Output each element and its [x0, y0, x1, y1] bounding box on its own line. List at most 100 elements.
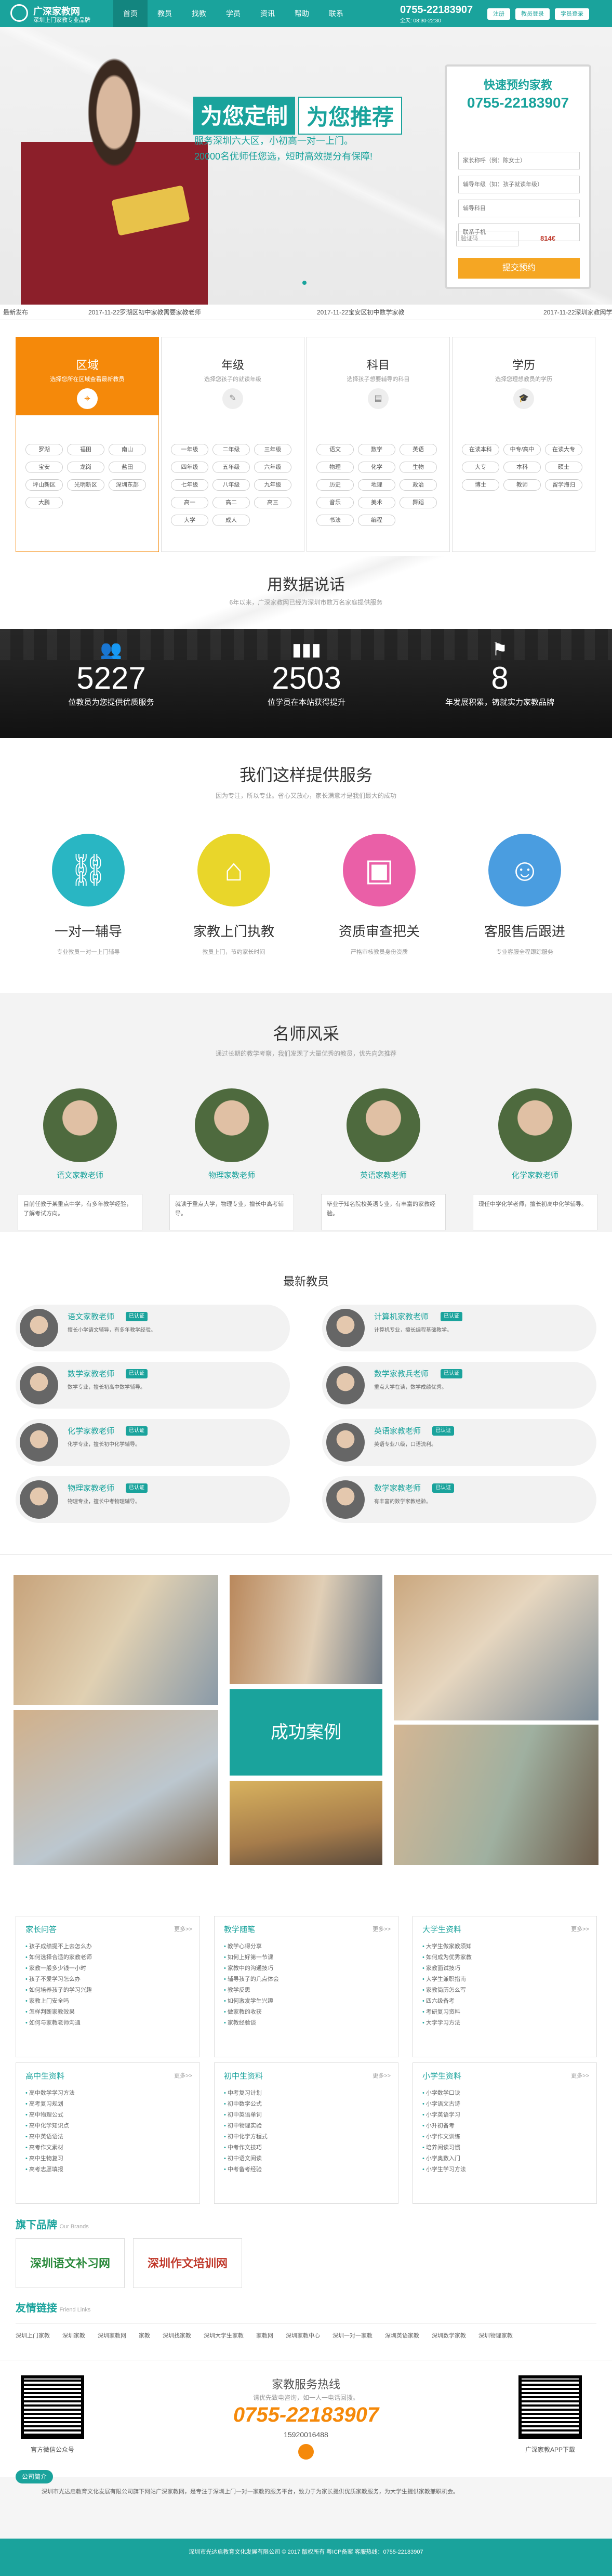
friend-link[interactable]: 深圳家教中心 — [286, 2331, 320, 2340]
option-grade[interactable]: 四年级 — [171, 462, 208, 473]
option-grade[interactable]: 高一 — [171, 497, 208, 508]
resource-link[interactable]: 中考作文技巧 — [224, 2143, 390, 2153]
more-link[interactable]: 更多>> — [174, 2071, 192, 2080]
service-review[interactable]: ▣ 资质审查把关 严格审核教员身份资质 — [317, 834, 442, 957]
option-education[interactable]: 博士 — [462, 479, 499, 491]
resource-link[interactable]: 大学生做家教须知 — [422, 1941, 589, 1952]
resource-link[interactable]: 大学学习方法 — [422, 2018, 589, 2029]
resource-link[interactable]: 家教一般多少钱一小时 — [25, 1963, 192, 1974]
captcha-input[interactable]: 验证码 — [456, 231, 518, 246]
option-education[interactable]: 硕士 — [545, 462, 582, 473]
resource-link[interactable]: 高考志愿填报 — [25, 2164, 192, 2175]
resource-link[interactable]: 初中英语单词 — [224, 2110, 390, 2121]
resource-link[interactable]: 小学生学习方法 — [422, 2164, 589, 2175]
case-photo[interactable] — [230, 1781, 382, 1865]
famous-teacher-card[interactable]: 物理家教老师 就读于重点大学，物理专业，擅长中高考辅导。 — [169, 1088, 294, 1230]
resource-link[interactable]: 如何成为优秀家教 — [422, 1952, 589, 1963]
new-teacher-card[interactable]: 语文家教老师 已认证 擅长小学语文辅导，有多年教学经验。 — [16, 1305, 290, 1351]
option-grade[interactable]: 三年级 — [254, 444, 291, 455]
resource-link[interactable]: 如何激发学生兴趣 — [224, 1996, 390, 2007]
resource-link[interactable]: 高中物理公式 — [25, 2110, 192, 2121]
option-grade[interactable]: 高三 — [254, 497, 291, 508]
nav-item-news[interactable]: 资讯 — [250, 0, 285, 27]
option-subject[interactable]: 物理 — [316, 462, 354, 473]
option-subject[interactable]: 编程 — [358, 515, 395, 526]
new-teacher-card[interactable]: 计算机家教老师 已认证 计算机专业，擅长编程基础教学。 — [322, 1305, 596, 1351]
friend-link[interactable]: 家教 — [139, 2331, 150, 2340]
resource-link[interactable]: 家教中的沟通技巧 — [224, 1963, 390, 1974]
new-teacher-card[interactable]: 物理家教老师 已认证 物理专业，擅长中考物理辅导。 — [16, 1476, 290, 1523]
resource-link[interactable]: 孩子不爱学习怎么办 — [25, 1974, 192, 1985]
student-login-button[interactable]: 学员登录 — [555, 8, 589, 20]
more-link[interactable]: 更多>> — [571, 1925, 589, 1933]
resource-link[interactable]: 高中化学知识点 — [25, 2121, 192, 2132]
resource-link[interactable]: 辅导孩子的几点体会 — [224, 1974, 390, 1985]
famous-teacher-card[interactable]: 英语家教老师 毕业于知名院校英语专业，有丰富的家教经验。 — [321, 1088, 446, 1230]
brand-logo[interactable]: 深圳语文补习网 — [16, 2238, 125, 2288]
resource-link[interactable]: 中考备考经验 — [224, 2164, 390, 2175]
resource-link[interactable]: 小升初备考 — [422, 2121, 589, 2132]
case-photo[interactable] — [394, 1725, 598, 1865]
resource-link[interactable]: 家教经验谈 — [224, 2018, 390, 2029]
option-subject[interactable]: 舞蹈 — [400, 497, 437, 508]
friend-link[interactable]: 深圳物理家教 — [478, 2331, 513, 2340]
parent-name-input[interactable] — [458, 152, 580, 169]
option-region[interactable]: 盐田 — [109, 462, 146, 473]
option-education[interactable]: 在读大专 — [545, 444, 582, 455]
option-education[interactable]: 留学海归 — [545, 479, 582, 491]
option-grade[interactable]: 二年级 — [212, 444, 250, 455]
resource-link[interactable]: 初中化学方程式 — [224, 2132, 390, 2143]
ticker-item[interactable]: 2017-11-22深圳家教网学员 — [543, 305, 612, 320]
resource-link[interactable]: 四六级备考 — [422, 1996, 589, 2007]
register-button[interactable]: 注册 — [487, 8, 510, 20]
case-photo[interactable] — [394, 1575, 598, 1720]
resource-link[interactable]: 小学作文训练 — [422, 2132, 589, 2143]
new-teacher-card[interactable]: 化学家教老师 已认证 化学专业，擅长初中化学辅导。 — [16, 1419, 290, 1466]
option-subject[interactable]: 化学 — [358, 462, 395, 473]
service-home[interactable]: ⌂ 家教上门执教 教员上门，节约家长时间 — [171, 834, 296, 957]
more-link[interactable]: 更多>> — [372, 1925, 391, 1933]
friend-link[interactable]: 深圳上门家教 — [16, 2331, 50, 2340]
option-region[interactable]: 罗湖 — [25, 444, 63, 455]
option-subject[interactable]: 书法 — [316, 515, 354, 526]
brand-logo[interactable]: 深圳作文培训网 — [133, 2238, 242, 2288]
option-grade[interactable]: 八年级 — [212, 479, 250, 491]
option-subject[interactable]: 英语 — [400, 444, 437, 455]
nav-item-students[interactable]: 学员 — [216, 0, 250, 27]
resource-link[interactable]: 孩子成绩提不上去怎么办 — [25, 1941, 192, 1952]
option-grade[interactable]: 一年级 — [171, 444, 208, 455]
option-subject[interactable]: 政治 — [400, 479, 437, 491]
option-education[interactable]: 大专 — [462, 462, 499, 473]
new-teacher-card[interactable]: 英语家教老师 已认证 英语专业八级，口语流利。 — [322, 1419, 596, 1466]
new-teacher-card[interactable]: 数学家教老师 已认证 数学专业，擅长初高中数学辅导。 — [16, 1362, 290, 1409]
option-education[interactable]: 教师 — [503, 479, 541, 491]
ticker-item[interactable]: 2017-11-22罗湖区初中家教需要家教老师 — [88, 305, 201, 320]
famous-teacher-card[interactable]: 化学家教老师 现任中学化学老师，擅长初高中化学辅导。 — [473, 1088, 597, 1230]
resource-link[interactable]: 大学生兼职指南 — [422, 1974, 589, 1985]
option-region[interactable]: 坪山新区 — [25, 479, 63, 491]
more-link[interactable]: 更多>> — [174, 1925, 192, 1933]
friend-link[interactable]: 深圳找家教 — [163, 2331, 191, 2340]
friend-link[interactable]: 深圳英语家教 — [385, 2331, 419, 2340]
resource-link[interactable]: 培养阅读习惯 — [422, 2143, 589, 2153]
nav-item-find[interactable]: 找教 — [182, 0, 216, 27]
option-grade[interactable]: 大学 — [171, 515, 208, 526]
grade-input[interactable] — [458, 176, 580, 193]
option-region[interactable]: 大鹏 — [25, 497, 63, 508]
resource-link[interactable]: 如何选择合适的家教老师 — [25, 1952, 192, 1963]
option-subject[interactable]: 地理 — [358, 479, 395, 491]
case-photo[interactable] — [14, 1710, 218, 1865]
more-link[interactable]: 更多>> — [571, 2071, 589, 2080]
subject-input[interactable] — [458, 200, 580, 217]
service-tutoring[interactable]: ⛓ 一对一辅导 专业教员一对一上门辅导 — [26, 834, 151, 957]
option-education[interactable]: 本科 — [503, 462, 541, 473]
case-label[interactable]: 成功案例 — [230, 1689, 382, 1776]
teacher-login-button[interactable]: 教员登录 — [515, 8, 550, 20]
resource-link[interactable]: 做家教的收获 — [224, 2007, 390, 2018]
option-grade[interactable]: 九年级 — [254, 479, 291, 491]
resource-link[interactable]: 初中数学公式 — [224, 2099, 390, 2110]
friend-link[interactable]: 深圳一对一家教 — [332, 2331, 372, 2340]
resource-link[interactable]: 高中英语语法 — [25, 2132, 192, 2143]
option-grade[interactable]: 成人 — [212, 515, 250, 526]
resource-link[interactable]: 高考复习规划 — [25, 2099, 192, 2110]
